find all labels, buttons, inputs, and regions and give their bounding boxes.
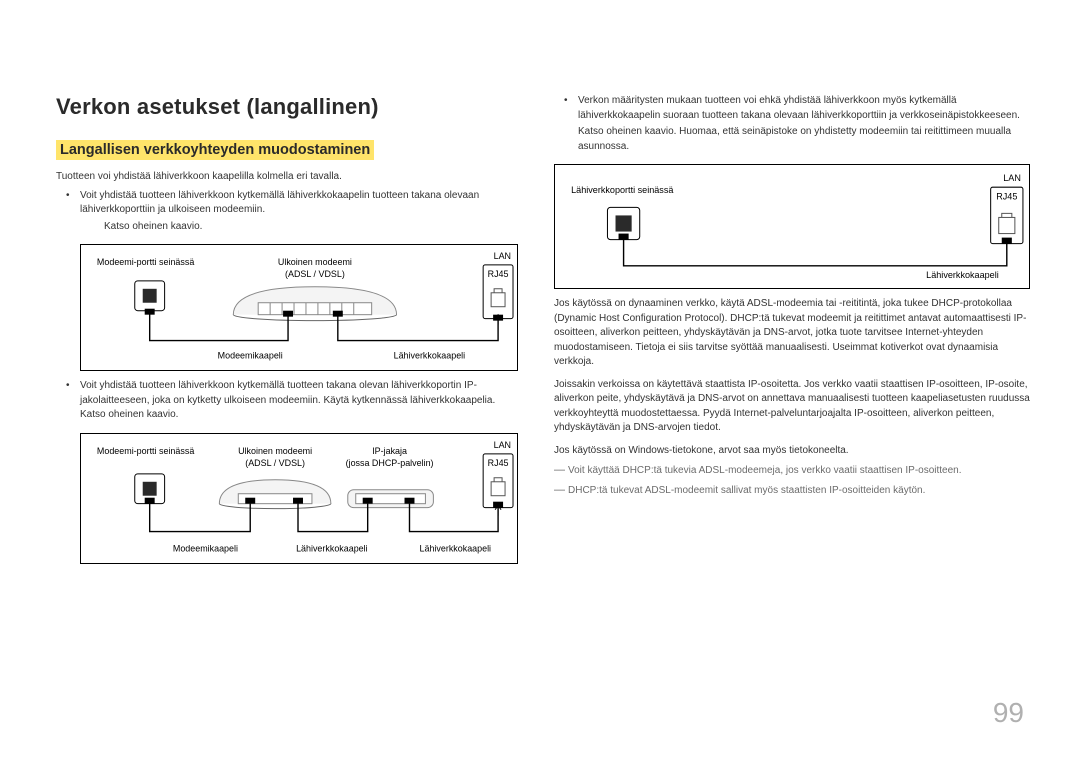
bullet-method-1: Voit yhdistää tuotteen lähiverkkoon kytk… <box>80 189 518 235</box>
diagram-1: Modeemi-portti seinässä Ulkoinen modeemi… <box>80 244 518 371</box>
d3-rj45: RJ45 <box>996 191 1017 201</box>
d2-cable1: Modeemikaapeli <box>173 543 238 553</box>
diagram-3: Lähiverkkoportti seinässä LAN RJ45 Lähiv… <box>554 164 1030 289</box>
section-subheading: Langallisen verkkoyhteyden muodostaminen <box>56 140 374 160</box>
d2-lan: LAN <box>494 440 511 450</box>
d2-ipshare-label-2: (jossa DHCP-palvelin) <box>346 458 434 468</box>
diagram-2: Modeemi-portti seinässä Ulkoinen modeemi… <box>80 433 518 564</box>
d1-modem-label-2: (ADSL / VDSL) <box>285 269 345 279</box>
d2-cable3: Lähiverkkokaapeli <box>420 543 492 553</box>
bullet-method-2: Voit yhdistää tuotteen lähiverkkoon kytk… <box>80 379 518 423</box>
d2-ipshare-label-1: IP-jakaja <box>372 446 407 456</box>
paragraph-windows: Jos käytössä on Windows-tietokone, arvot… <box>554 444 1030 459</box>
bullet-method-3: Verkon määritysten mukaan tuotteen voi e… <box>578 94 1030 154</box>
d3-cable: Lähiverkkokaapeli <box>926 270 999 280</box>
d2-modem-label-2: (ADSL / VDSL) <box>245 458 305 468</box>
note-dhcp-static: DHCP:tä tukevat ADSL-modeemit sallivat m… <box>554 484 1030 498</box>
d2-rj45: RJ45 <box>488 458 509 468</box>
d1-lan: LAN <box>494 251 511 261</box>
page-number: 99 <box>993 697 1024 729</box>
d2-wall-label: Modeemi-portti seinässä <box>97 446 194 456</box>
paragraph-dhcp: Jos käytössä on dynaaminen verkko, käytä… <box>554 297 1030 370</box>
d3-wall-label: Lähiverkkoportti seinässä <box>571 185 674 195</box>
note-dhcp-adsl: Voit käyttää DHCP:tä tukevia ADSL-modeem… <box>554 464 1030 478</box>
intro-text: Tuotteen voi yhdistää lähiverkkoon kaape… <box>56 170 518 185</box>
page-title: Verkon asetukset (langallinen) <box>56 94 518 120</box>
d1-modem-label-1: Ulkoinen modeemi <box>278 257 352 267</box>
d1-cable2: Lähiverkkokaapeli <box>394 350 466 360</box>
d2-cable2: Lähiverkkokaapeli <box>296 543 368 553</box>
d1-wall-label: Modeemi-portti seinässä <box>97 257 194 267</box>
d2-modem-label-1: Ulkoinen modeemi <box>238 446 312 456</box>
d3-lan: LAN <box>1003 173 1021 183</box>
d1-rj45: RJ45 <box>488 269 509 279</box>
d1-cable1: Modeemikaapeli <box>218 350 283 360</box>
paragraph-static-ip: Joissakin verkoissa on käytettävä staatt… <box>554 378 1030 436</box>
